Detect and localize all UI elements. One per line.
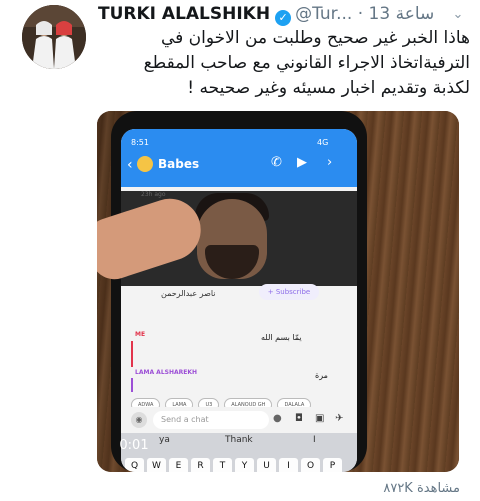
chat-input-placeholder: Send a chat: [161, 415, 209, 424]
chat-header-bar: 8:51 4G ‹ Babes ✆ ▶ ›: [121, 129, 357, 187]
chevron-down-icon[interactable]: ⌄: [449, 6, 467, 24]
suggestion: I: [313, 435, 316, 445]
tweet-time[interactable]: 13 ساعة: [369, 4, 435, 24]
tweet-text-line: لكذبة وتقديم اخبار مسيئه وغير صحيحه !: [187, 78, 470, 98]
me-label: ME: [135, 331, 146, 338]
key: R: [191, 458, 210, 472]
key: Q: [125, 458, 144, 472]
separator-dot: ·: [357, 4, 364, 24]
chat-input-row: ◉ Send a chat ● ◘ ▣ ✈: [121, 407, 357, 433]
key: Y: [235, 458, 254, 472]
author-handle[interactable]: @Tur...: [295, 4, 352, 24]
rocket-icon: ✈: [335, 413, 344, 424]
tweet-text: هاذا الخبر غير صحيح وطلبت من الاخوان في …: [100, 26, 470, 101]
mic-icon: ●: [273, 413, 282, 424]
tweet-header: TURKI ALALSHIKH ✓ @Tur... · 13 ساعة: [98, 2, 443, 26]
lama-label: LAMA ALSHAREKH: [135, 369, 198, 376]
phone-call-icon: ✆: [271, 155, 282, 170]
verified-badge-icon: ✓: [275, 10, 292, 26]
key: U: [257, 458, 276, 472]
views-label: مشاهدة: [416, 481, 460, 496]
gif-icon: ▣: [315, 413, 325, 424]
key: O: [301, 458, 320, 472]
suggestion: Thank: [225, 435, 253, 445]
chat-title: Babes: [158, 157, 200, 171]
tweet-video[interactable]: 8:51 4G ‹ Babes ✆ ▶ › 23h ago ناصر عبدال…: [97, 111, 459, 472]
subscribe-button: + Subscribe: [259, 284, 319, 300]
back-chevron-icon: ‹: [127, 157, 133, 173]
phone-screen: 8:51 4G ‹ Babes ✆ ▶ › 23h ago ناصر عبدال…: [121, 129, 357, 472]
key: I: [279, 458, 298, 472]
phone-network: 4G: [317, 138, 329, 147]
chevron-right-icon: ›: [327, 155, 333, 170]
key: P: [323, 458, 342, 472]
key: E: [169, 458, 188, 472]
phone-keyboard: ya Thank I QWERTYUIOP: [121, 433, 357, 472]
key: T: [213, 458, 232, 472]
author-avatar[interactable]: [22, 5, 86, 69]
suggestion: ya: [159, 435, 170, 445]
lama-bar: [131, 378, 133, 392]
tweet-text-line: الترفيةاتخاذ الاجراء القانوني مع صاحب ال…: [143, 53, 470, 73]
me-message: يمّا بسم الله: [261, 333, 302, 342]
phone-status-time: 8:51: [131, 138, 149, 147]
tweet-text-line: هاذا الخبر غير صحيح وطلبت من الاخوان في: [160, 28, 470, 48]
sticker-icon: ◘: [295, 413, 303, 424]
lama-message: مرة: [315, 371, 328, 380]
video-call-icon: ▶: [297, 155, 307, 170]
chat-avatar: [137, 156, 153, 172]
view-count: مشاهدة ٨٧٢K: [360, 481, 460, 496]
key: W: [147, 458, 166, 472]
video-timer: 0:01: [119, 438, 149, 453]
subscriber-name: ناصر عبدالرحمن: [161, 289, 216, 298]
me-bar: [131, 341, 133, 367]
key-row: QWERTYUIOP: [125, 453, 345, 472]
camera-icon: ◉: [131, 412, 147, 428]
author-name[interactable]: TURKI ALALSHIKH: [98, 4, 270, 24]
story-age: 23h ago: [141, 191, 166, 198]
views-number: ٨٧٢K: [383, 481, 413, 496]
